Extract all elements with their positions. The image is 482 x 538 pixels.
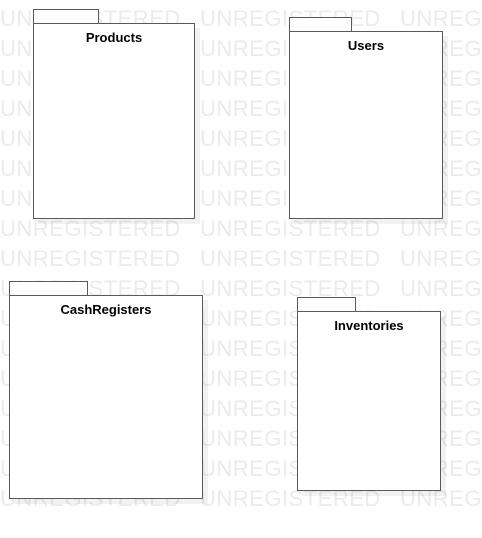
package-body: Users — [289, 31, 443, 219]
package-cashregisters[interactable]: CashRegisters — [9, 281, 203, 499]
package-body: Inventories — [297, 311, 441, 491]
package-name: Products — [85, 30, 143, 45]
package-users[interactable]: Users — [289, 17, 443, 219]
package-tab — [9, 281, 88, 296]
watermark-text: UNREGISTERED — [0, 246, 181, 271]
package-body: CashRegisters — [9, 295, 203, 499]
package-name: Inventories — [334, 318, 404, 333]
package-name: CashRegisters — [60, 302, 152, 317]
package-tab — [289, 17, 352, 32]
package-products[interactable]: Products — [33, 9, 195, 219]
watermark-text: UNREGISTERED — [400, 246, 482, 271]
package-tab — [33, 9, 99, 24]
package-inventories[interactable]: Inventories — [297, 297, 441, 491]
package-name: Users — [347, 38, 385, 53]
watermark-text: UNREGISTERED — [200, 246, 381, 271]
watermark-row: UNREGISTERED UNREGISTERED UNREGISTERED — [0, 244, 482, 274]
package-body: Products — [33, 23, 195, 219]
diagram-canvas: UNREGISTERED UNREGISTERED UNREGISTEREDUNRE… — [0, 0, 482, 538]
package-tab — [297, 297, 356, 312]
